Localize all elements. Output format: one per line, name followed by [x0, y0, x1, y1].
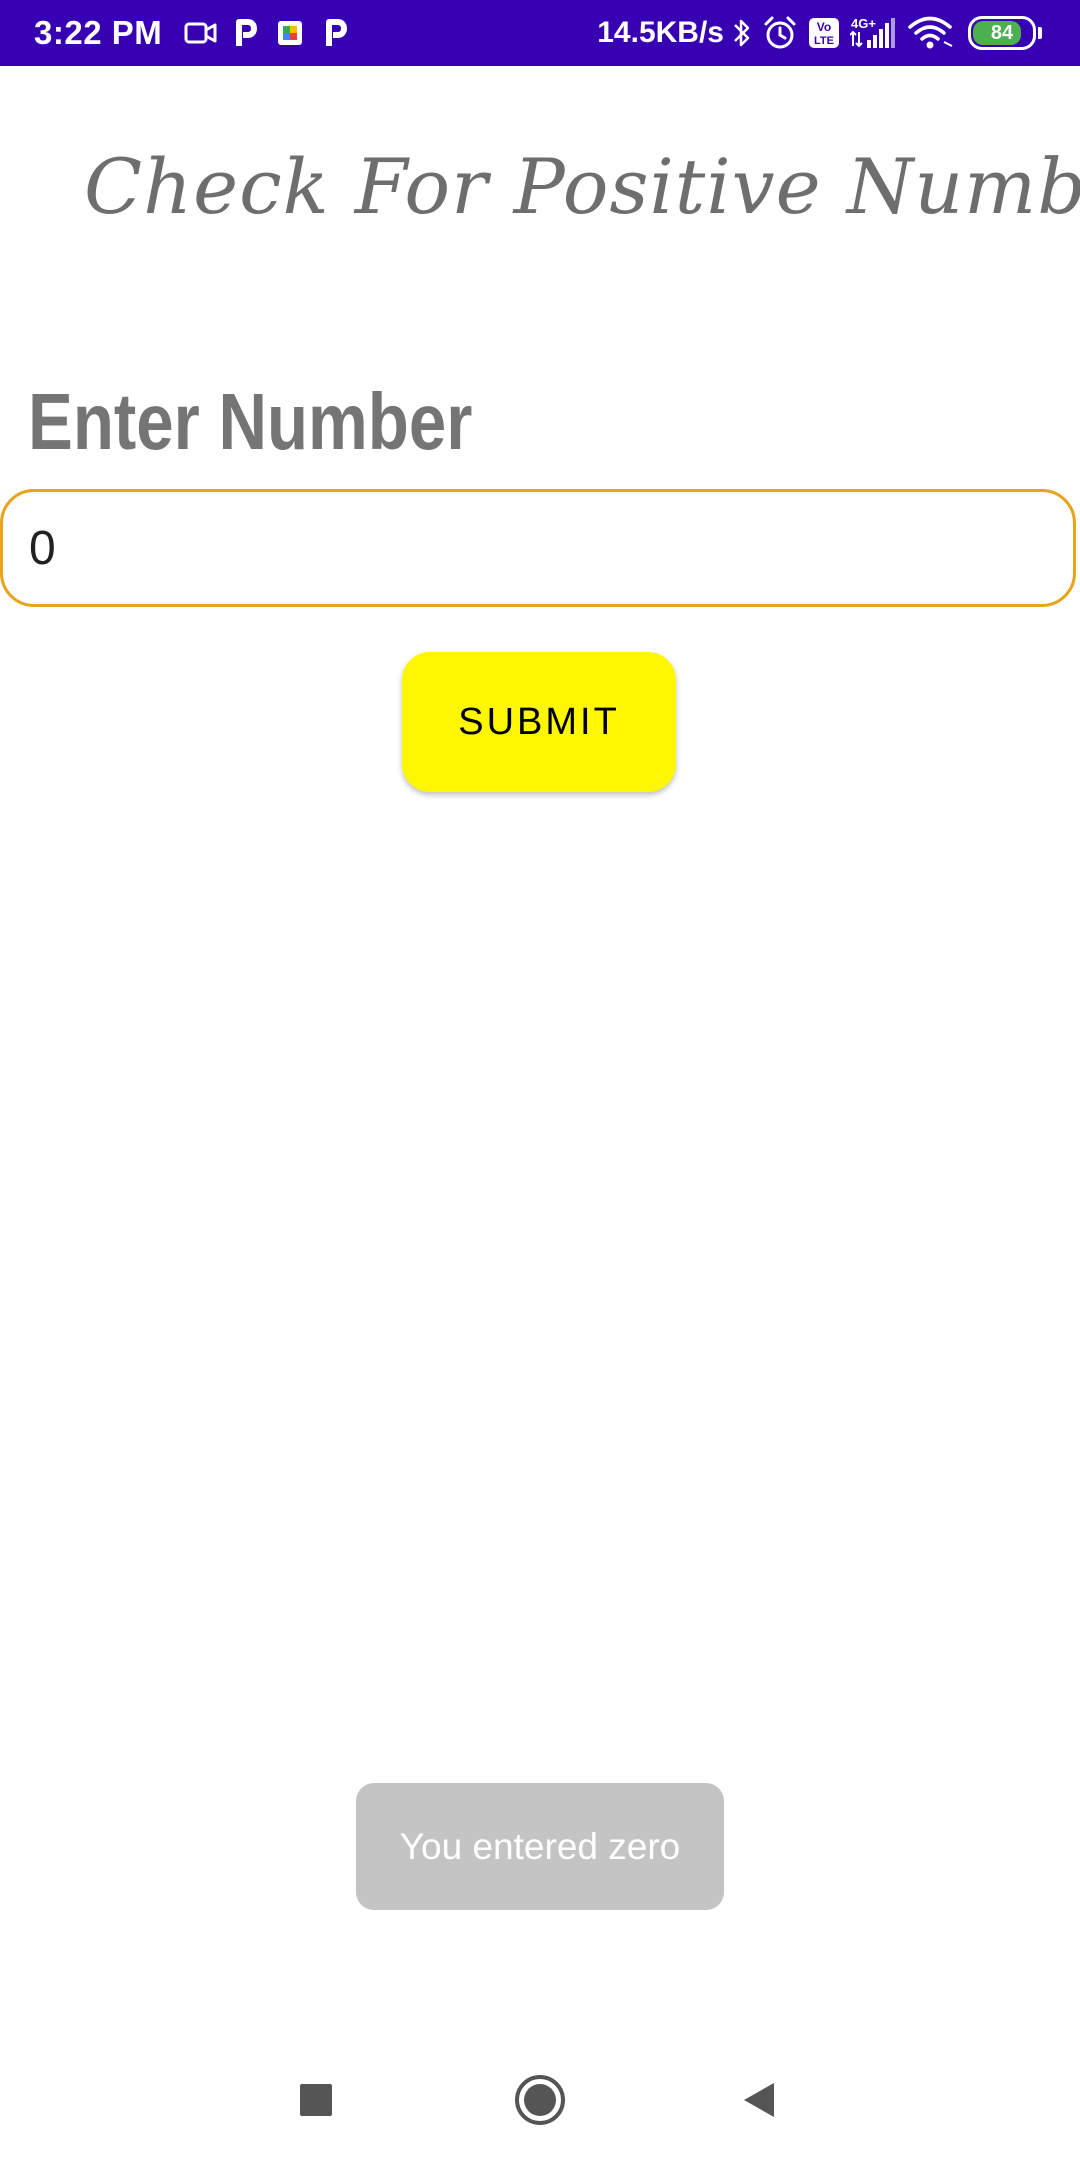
number-input[interactable]: [0, 489, 1076, 607]
back-triangle-icon: [744, 2083, 774, 2117]
status-bar-right: 14.5KB/s Vo LTE 4G+ 84: [597, 0, 1042, 66]
svg-text:4G+: 4G+: [851, 16, 876, 31]
status-time: 3:22 PM: [34, 14, 163, 51]
toast-message: You entered zero: [356, 1783, 724, 1910]
signal-4g-icon: 4G+: [850, 16, 896, 50]
svg-text:Vo: Vo: [817, 20, 831, 34]
battery-icon: 84: [968, 16, 1036, 50]
svg-text:LTE: LTE: [814, 35, 834, 47]
p-app-icon: [324, 18, 350, 48]
bluetooth-icon: [732, 16, 752, 50]
recents-square-icon: [300, 2084, 332, 2116]
p-app-icon: [234, 18, 260, 48]
status-bar-left: 3:22 PM: [34, 0, 366, 66]
home-circle-icon: [515, 2075, 565, 2125]
battery-tip: [1038, 27, 1042, 39]
back-button[interactable]: [700, 2040, 820, 2160]
home-button[interactable]: [480, 2040, 600, 2160]
alarm-icon: [762, 15, 798, 51]
network-speed: 14.5KB/s: [597, 16, 724, 49]
app-title: Check For Positive Number: [84, 142, 1080, 231]
wifi-icon: [908, 16, 954, 50]
recents-button[interactable]: [256, 2040, 376, 2160]
input-label: Enter Number: [28, 377, 473, 466]
navigation-bar: [0, 2040, 1080, 2160]
battery-level: 84: [990, 21, 1014, 44]
video-camera-icon: [184, 20, 218, 46]
status-bar: 3:22 PM 14.5KB/s Vo LTE 4G+ 84: [0, 0, 1080, 66]
meet-icon: [276, 18, 308, 48]
volte-icon: Vo LTE: [808, 17, 840, 49]
screen: 3:22 PM 14.5KB/s Vo LTE 4G+ 84 Check For…: [0, 0, 1080, 2160]
submit-button[interactable]: SUBMIT: [402, 652, 676, 792]
toast-text: You entered zero: [399, 1825, 681, 1867]
